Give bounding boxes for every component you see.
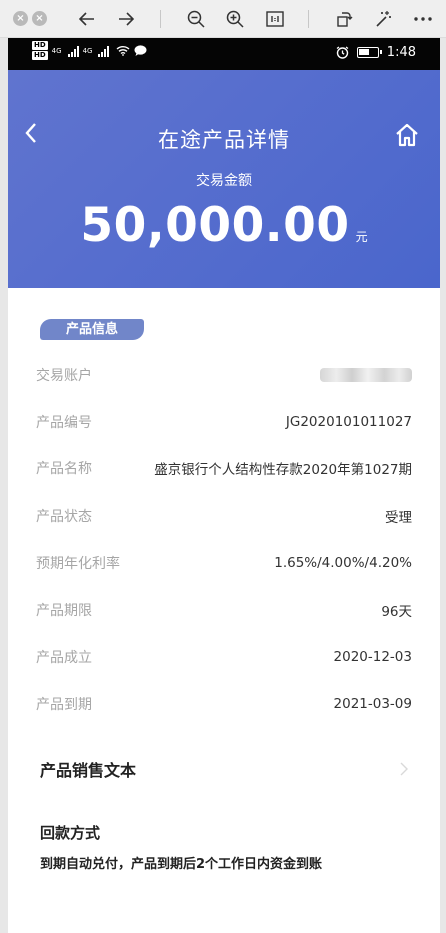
account-value-redacted: [320, 368, 412, 382]
signal-icon: [67, 45, 79, 57]
amount-display: 50,000.00 元: [8, 198, 440, 253]
zoom-out-icon[interactable]: [185, 8, 207, 30]
phone-screen: HD HD 4G 4G 1:48 在途产品详情 交易金额 50,000.00 元: [8, 38, 440, 933]
back-arrow-icon[interactable]: [76, 8, 98, 30]
home-icon: [396, 123, 418, 147]
info-row-account: 交易账户: [36, 363, 412, 387]
network-type: 4G: [51, 46, 62, 55]
info-value: 1.65%/4.00%/4.20%: [274, 555, 412, 571]
page-title: 在途产品详情: [158, 128, 290, 152]
toolbar-divider: [160, 10, 161, 28]
home-button[interactable]: [394, 122, 420, 148]
info-row-product-name: 产品名称 盛京银行个人结构性存款2020年第1027期: [36, 456, 412, 480]
amount-unit: 元: [355, 230, 368, 244]
magic-wand-icon[interactable]: [372, 8, 394, 30]
hd-badge: HD: [32, 51, 48, 60]
viewer-toolbar: × ×: [0, 0, 446, 38]
info-row-established: 产品成立 2020-12-03: [36, 645, 412, 669]
repayment-title: 回款方式: [40, 824, 101, 842]
sales-text-label: 产品销售文本: [40, 761, 137, 780]
network-type: 4G: [82, 46, 93, 55]
rotate-icon[interactable]: [333, 8, 355, 30]
repayment-description: 到期自动兑付，产品到期后2个工作日内资金到账: [40, 857, 323, 872]
alarm-icon: [336, 46, 349, 59]
info-label: 预期年化利率: [36, 556, 120, 572]
info-row-status: 产品状态 受理: [36, 504, 412, 528]
info-label: 产品状态: [36, 509, 92, 525]
info-label: 产品期限: [36, 603, 92, 619]
info-label: 交易账户: [36, 368, 92, 384]
minimize-window-icon[interactable]: ×: [32, 11, 47, 26]
info-label: 产品编号: [36, 415, 92, 431]
battery-icon: [356, 47, 382, 58]
wifi-icon: [116, 46, 130, 56]
info-value: 96天: [381, 604, 412, 620]
toolbar-divider: [308, 10, 309, 28]
chat-icon: [134, 45, 147, 56]
zoom-in-icon[interactable]: [224, 8, 246, 30]
clock-time: 1:48: [386, 45, 416, 60]
chevron-right-icon: [400, 762, 408, 776]
info-value: 盛京银行个人结构性存款2020年第1027期: [154, 462, 412, 478]
info-label: 产品成立: [36, 650, 92, 666]
hd-badge: HD: [32, 41, 48, 50]
amount-value: 50,000.00: [80, 198, 350, 253]
header-banner: 在途产品详情 交易金额 50,000.00 元: [8, 70, 440, 288]
close-window-icon[interactable]: ×: [13, 11, 28, 26]
forward-arrow-icon[interactable]: [115, 8, 137, 30]
more-icon[interactable]: [412, 8, 434, 30]
amount-label: 交易金额: [196, 173, 252, 189]
info-value: JG2020101011027: [285, 414, 412, 430]
info-row-product-code: 产品编号 JG2020101011027: [36, 410, 412, 434]
product-sales-text-link[interactable]: 产品销售文本: [40, 756, 410, 782]
info-value: 2021-03-09: [333, 696, 412, 712]
info-value: 2020-12-03: [333, 649, 412, 665]
info-value: 受理: [385, 510, 412, 526]
info-row-term: 产品期限 96天: [36, 598, 412, 622]
info-row-maturity: 产品到期 2021-03-09: [36, 692, 412, 716]
info-row-rate: 预期年化利率 1.65%/4.00%/4.20%: [36, 551, 412, 575]
status-bar: HD HD 4G 4G 1:48: [8, 38, 440, 70]
section-tag-product-info: 产品信息: [40, 319, 144, 340]
info-label: 产品名称: [36, 461, 92, 477]
info-label: 产品到期: [36, 697, 92, 713]
signal-icon: [98, 45, 110, 57]
actual-size-icon[interactable]: [264, 8, 286, 30]
